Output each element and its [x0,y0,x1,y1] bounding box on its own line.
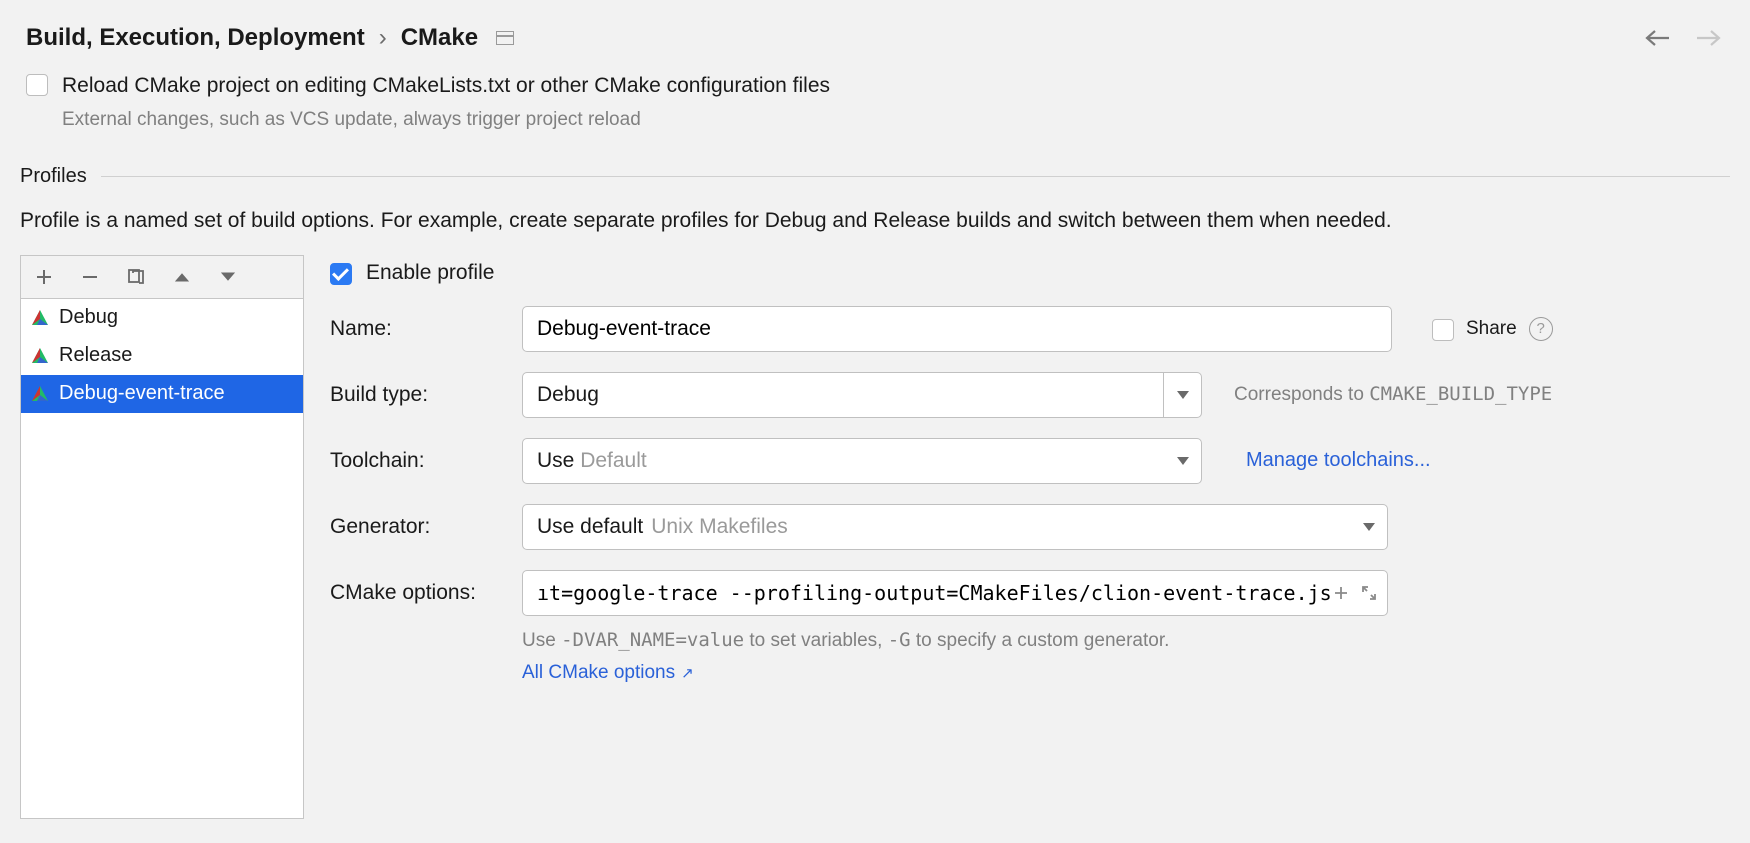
remove-button[interactable] [67,255,113,299]
reload-label: Reload CMake project on editing CMakeLis… [62,72,830,99]
share-checkbox[interactable] [1432,319,1454,341]
expand-icon[interactable] [1359,583,1379,603]
profile-item-label: Debug [59,306,118,329]
generator-select[interactable]: Use defaultUnix Makefiles [522,504,1388,550]
chevron-down-icon [1177,391,1189,399]
manage-toolchains-link[interactable]: Manage toolchains... [1246,449,1431,472]
help-icon[interactable]: ? [1529,317,1553,341]
forward-button [1694,28,1724,48]
add-macro-icon[interactable] [1331,583,1351,603]
cmake-options-input[interactable] [537,581,1331,605]
cmake-icon [31,347,49,365]
profile-item-label: Debug-event-trace [59,382,225,405]
profile-item-debug[interactable]: Debug [21,299,303,337]
copy-button[interactable] [113,255,159,299]
build-type-select[interactable]: Debug [522,372,1202,418]
chevron-right-icon: › [379,24,387,52]
profiles-list: Debug Release Debug-event-trace [20,299,304,819]
add-button[interactable] [21,255,67,299]
cmake-icon [31,309,49,327]
chevron-down-icon [1363,523,1375,531]
move-up-button[interactable] [159,255,205,299]
share-label: Share [1466,318,1517,340]
name-label: Name: [330,317,500,341]
enable-profile-checkbox[interactable] [330,263,352,285]
profiles-section-title: Profiles [20,165,87,188]
breadcrumb-parent[interactable]: Build, Execution, Deployment [26,24,365,52]
move-down-button[interactable] [205,255,251,299]
cmake-options-label: CMake options: [330,581,500,605]
cmake-options-hint: Use -DVAR_NAME=value to set variables, -… [522,629,1730,652]
build-type-label: Build type: [330,383,500,407]
enable-profile-label: Enable profile [366,261,494,285]
toolchain-value: Use Default [537,449,647,473]
window-icon[interactable] [496,31,514,45]
build-type-value: Debug [537,383,599,407]
generator-value: Use defaultUnix Makefiles [537,515,788,539]
profile-item-debug-event-trace[interactable]: Debug-event-trace [21,375,303,413]
back-button[interactable] [1642,28,1672,48]
profiles-panel: Debug Release Debug-event-trace [20,255,304,819]
cmake-icon [31,385,49,403]
toolchain-select[interactable]: Use Default [522,438,1202,484]
build-type-note: Corresponds to CMAKE_BUILD_TYPE [1234,383,1552,406]
chevron-down-icon [1177,457,1189,465]
breadcrumb-current: CMake [401,24,478,52]
external-link-icon: ↗ [681,664,694,682]
profiles-description: Profile is a named set of build options.… [0,198,1750,254]
divider [101,176,1730,177]
reload-sublabel: External changes, such as VCS update, al… [62,109,1724,131]
breadcrumb: Build, Execution, Deployment › CMake [26,24,514,52]
all-cmake-options-link[interactable]: All CMake options↗ [522,662,694,684]
profile-item-release[interactable]: Release [21,337,303,375]
profiles-toolbar [20,255,304,299]
profile-item-label: Release [59,344,132,367]
toolchain-label: Toolchain: [330,449,500,473]
name-input[interactable] [522,306,1392,352]
generator-label: Generator: [330,515,500,539]
reload-checkbox[interactable] [26,74,48,96]
